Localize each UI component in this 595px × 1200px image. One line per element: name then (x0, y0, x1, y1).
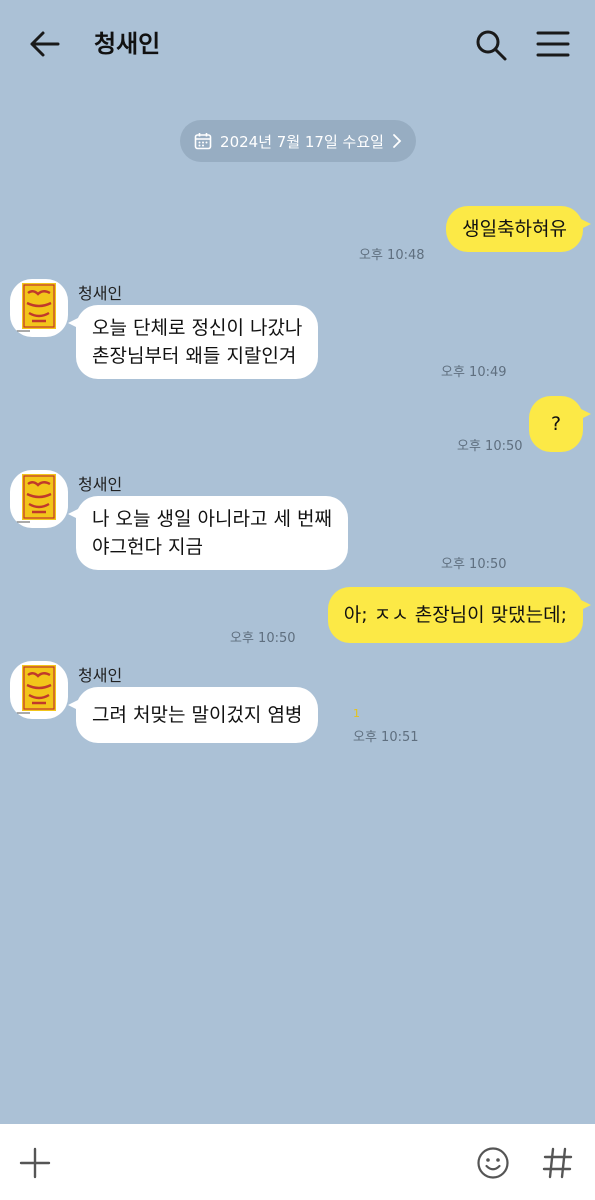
avatar[interactable] (10, 470, 68, 528)
search-icon (476, 30, 507, 61)
message-time: 오후 10:48 (359, 248, 425, 263)
date-divider[interactable]: 2024년 7월 17일 수요일 (180, 120, 416, 162)
back-button[interactable] (26, 28, 62, 60)
message-text-line: 나 오늘 생일 아니라고 세 번째 (92, 508, 332, 530)
date-label: 2024년 7월 17일 수요일 (220, 132, 384, 151)
sender-name: 청새인 (78, 475, 123, 494)
message-time: 오후 10:50 (441, 557, 507, 572)
other-message-bubble[interactable]: 나 오늘 생일 아니라고 세 번째 야그헌다 지금 (68, 496, 348, 570)
avatar[interactable] (10, 661, 68, 719)
hashtag-icon (542, 1147, 573, 1179)
my-message-bubble[interactable]: 아; ㅈㅅ 촌장님이 맞댔는데; (327, 587, 592, 643)
message-text-line: 야그헌다 지금 (92, 536, 203, 558)
add-button[interactable] (18, 1146, 52, 1184)
message-text: 생일축하혀유 (462, 218, 567, 240)
search-button[interactable] (474, 28, 508, 62)
my-message-bubble[interactable]: 생일축하혀유 (446, 206, 591, 252)
message-time: 오후 10:49 (441, 365, 507, 380)
other-message-bubble[interactable]: 그려 처맞는 말이겄지 염병 (67, 687, 319, 743)
message-text: ? (550, 413, 562, 435)
message-time: 오후 10:50 (230, 631, 296, 646)
avatar[interactable] (10, 279, 68, 337)
smiley-icon (477, 1147, 509, 1179)
profile-image-icon (16, 474, 56, 523)
message-text-line: 촌장님부터 왜들 지랄인겨 (92, 345, 297, 367)
profile-image-icon (16, 283, 56, 332)
message-time: 오후 10:51 (353, 730, 419, 745)
chat-header: 청새인 (0, 0, 595, 90)
hamburger-menu-icon (536, 31, 570, 57)
hashtag-button[interactable] (542, 1146, 574, 1184)
message-text: 아; ㅈㅅ 촌장님이 맞댔는데; (343, 604, 567, 626)
emoji-button[interactable] (476, 1146, 510, 1184)
sender-name: 청새인 (78, 666, 123, 685)
profile-image-icon (16, 665, 56, 714)
calendar-icon (194, 133, 212, 150)
message-input-bar (0, 1124, 595, 1200)
message-text: 그려 처맞는 말이겄지 염병 (92, 704, 303, 726)
chevron-right-icon (393, 134, 402, 148)
other-message-bubble[interactable]: 오늘 단체로 정신이 나갔나 촌장님부터 왜들 지랄인겨 (67, 305, 319, 379)
message-text-line: 오늘 단체로 정신이 나갔나 (92, 317, 303, 339)
message-time: 오후 10:50 (457, 439, 523, 454)
sender-name: 청새인 (78, 284, 123, 303)
plus-icon (19, 1147, 51, 1179)
menu-button[interactable] (536, 30, 570, 58)
unread-count: 1 (353, 707, 360, 720)
arrow-left-icon (30, 31, 60, 57)
my-message-bubble[interactable]: ? (529, 396, 591, 452)
chat-title: 청새인 (94, 30, 161, 58)
